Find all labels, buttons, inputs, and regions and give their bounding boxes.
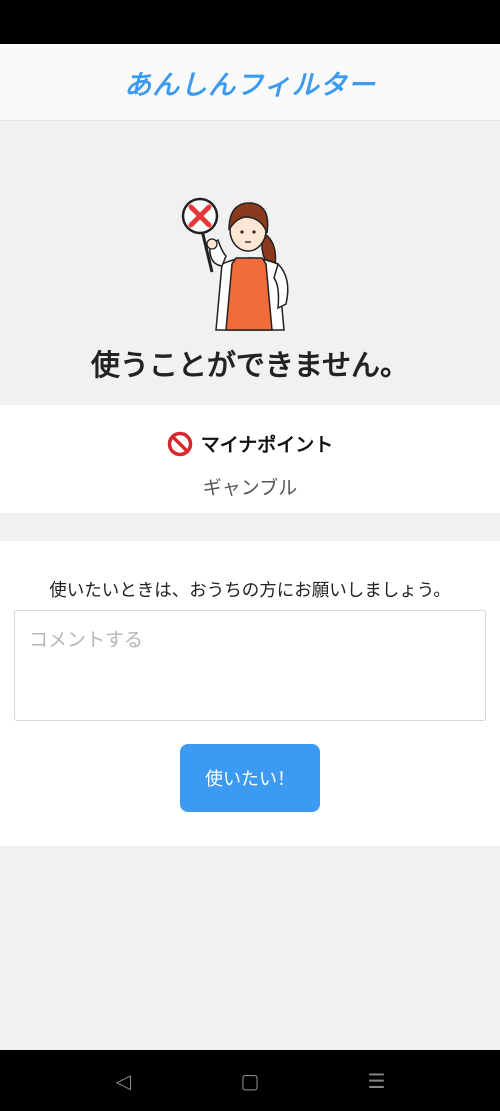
app-title: あんしんフィルター xyxy=(124,69,376,101)
blocked-site-name: マイナポイント xyxy=(200,434,334,456)
comment-input[interactable] xyxy=(14,610,486,721)
blocked-site-row: マイナポイント xyxy=(0,430,500,457)
home-nav-icon[interactable]: ▢ xyxy=(230,1061,270,1101)
hero-section: 使うことができません。 xyxy=(0,122,500,405)
prohibited-icon xyxy=(167,431,192,456)
request-message: 使いたいときは、おうちの方にお願いしましょう。 xyxy=(49,581,451,601)
app-header: あんしんフィルター xyxy=(0,44,500,121)
request-card: 使いたいときは、おうちの方にお願いしましょう。 使いたい！ xyxy=(0,541,500,846)
girl-holding-stop-sign-illustration xyxy=(181,197,289,331)
blocked-heading: 使うことができません。 xyxy=(90,348,410,382)
blocked-site-category: ギャンブル xyxy=(202,477,298,499)
request-access-button[interactable]: 使いたい！ xyxy=(180,744,320,812)
system-nav-bar: ◁ ▢ ☰ xyxy=(0,1050,500,1111)
blocked-site-card: マイナポイント ギャンブル xyxy=(0,405,500,513)
status-bar xyxy=(0,0,500,44)
back-nav-icon[interactable]: ◁ xyxy=(103,1061,143,1101)
recents-nav-icon[interactable]: ☰ xyxy=(357,1061,397,1101)
